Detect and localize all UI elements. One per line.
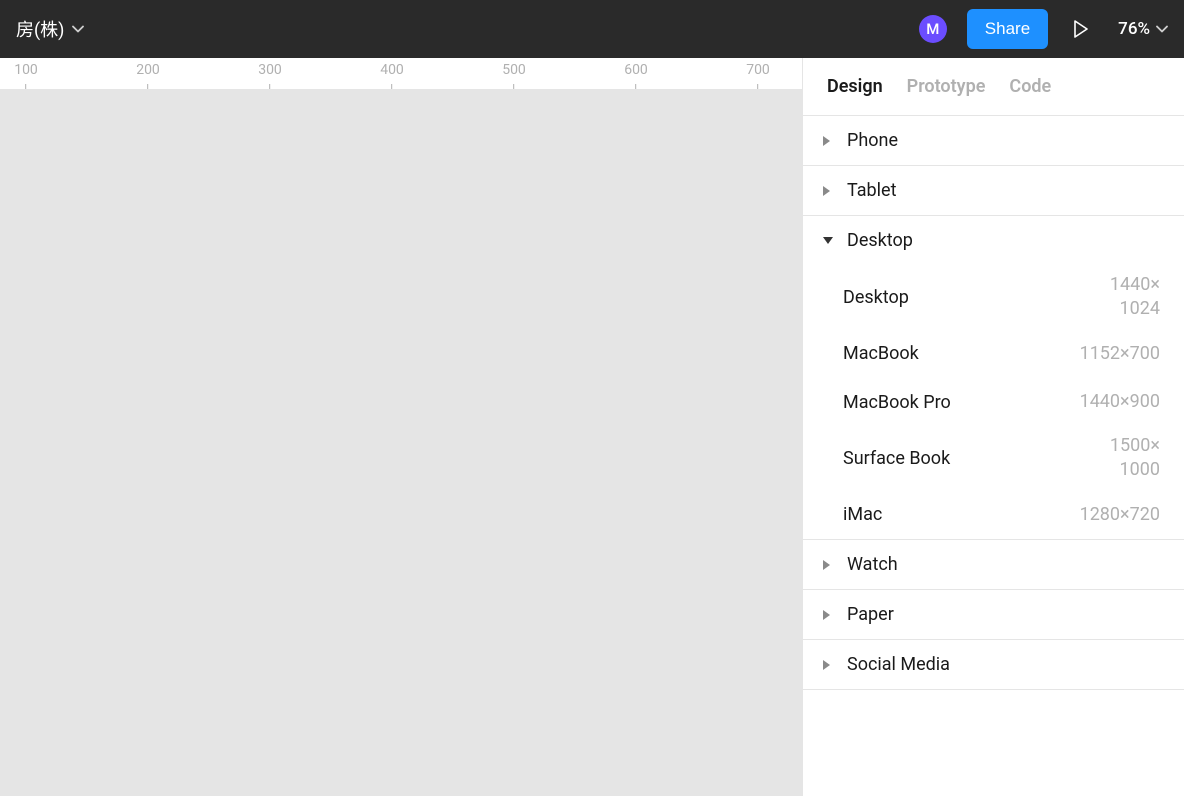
ruler-tick-mark	[25, 84, 26, 90]
preset-sublist: Desktop 1440×1024 MacBook 1152×700 MacBook P…	[803, 265, 1184, 539]
preset-dimensions: 1152×700	[1080, 342, 1160, 366]
ruler-tick: 600	[624, 62, 648, 90]
preset-category-header[interactable]: Watch	[803, 540, 1184, 589]
zoom-dropdown[interactable]: 76%	[1118, 19, 1168, 39]
preset-category-label: Phone	[847, 130, 898, 151]
preset-category: Phone	[803, 116, 1184, 166]
ruler-tick: 700	[746, 62, 770, 90]
preset-category-header[interactable]: Paper	[803, 590, 1184, 639]
preset-name: MacBook	[843, 343, 919, 364]
preset-category: Watch	[803, 540, 1184, 590]
canvas[interactable]	[0, 90, 802, 796]
ruler-tick-mark	[757, 84, 758, 90]
ruler-tick-mark	[635, 84, 636, 90]
ruler-tick: 500	[502, 62, 526, 90]
panel-tabs: Design Prototype Code	[803, 58, 1184, 116]
frame-preset-list: Phone Tablet Desktop Desktop 1440×1024 MacBoo…	[803, 116, 1184, 690]
ruler-tick: 300	[258, 62, 282, 90]
preset-category-label: Watch	[847, 554, 898, 575]
triangle-down-icon	[823, 237, 835, 245]
topbar: 房(株) M Share 76%	[0, 0, 1184, 58]
ruler-tick-mark	[269, 84, 270, 90]
ruler-tick: 200	[136, 62, 160, 90]
preset-name: iMac	[843, 504, 882, 525]
canvas-area: 100 200 300 400 500 600 700	[0, 58, 802, 796]
tab-prototype[interactable]: Prototype	[907, 76, 986, 97]
preset-category-header[interactable]: Phone	[803, 116, 1184, 165]
ruler-tick-mark	[147, 84, 148, 90]
preset-category-label: Paper	[847, 604, 894, 625]
preset-item[interactable]: MacBook Pro 1440×900	[803, 378, 1184, 426]
preset-category-label: Social Media	[847, 654, 950, 675]
ruler-tick-label: 100	[14, 62, 38, 78]
preset-item[interactable]: Desktop 1440×1024	[803, 265, 1184, 330]
ruler-tick-label: 600	[624, 62, 648, 78]
preset-category-header[interactable]: Desktop	[803, 216, 1184, 265]
triangle-right-icon	[823, 186, 835, 196]
file-title-text: 房(株)	[16, 16, 64, 42]
present-button[interactable]	[1070, 18, 1092, 40]
preset-category-label: Tablet	[847, 180, 896, 201]
preset-dimensions: 1500×1000	[1110, 434, 1160, 483]
zoom-value: 76%	[1118, 19, 1150, 39]
preset-dimensions: 1440×1024	[1110, 273, 1160, 322]
chevron-down-icon	[72, 25, 84, 33]
horizontal-ruler: 100 200 300 400 500 600 700	[0, 58, 802, 90]
preset-category: Paper	[803, 590, 1184, 640]
triangle-right-icon	[823, 136, 835, 146]
ruler-tick-label: 300	[258, 62, 282, 78]
triangle-right-icon	[823, 610, 835, 620]
ruler-tick-label: 400	[380, 62, 404, 78]
preset-category-label: Desktop	[847, 230, 913, 251]
triangle-right-icon	[823, 560, 835, 570]
preset-category: Tablet	[803, 166, 1184, 216]
preset-name: Desktop	[843, 287, 909, 308]
avatar[interactable]: M	[919, 15, 947, 43]
ruler-tick-label: 500	[502, 62, 526, 78]
ruler-tick-mark	[513, 84, 514, 90]
preset-category: DesktopDesktop1440×1024MacBook1152×700Ma…	[803, 216, 1184, 540]
preset-item[interactable]: iMac 1280×720	[803, 491, 1184, 539]
preset-dimensions: 1440×900	[1080, 390, 1160, 414]
file-title-dropdown[interactable]: 房(株)	[16, 16, 84, 42]
preset-item[interactable]: Surface Book 1500×1000	[803, 426, 1184, 491]
preset-name: Surface Book	[843, 448, 950, 469]
preset-category: Social Media	[803, 640, 1184, 690]
chevron-down-icon	[1156, 25, 1168, 33]
ruler-tick: 100	[14, 62, 38, 90]
ruler-tick-label: 700	[746, 62, 770, 78]
right-panel: Design Prototype Code Phone Tablet Desktop…	[802, 58, 1184, 796]
play-icon	[1073, 20, 1089, 38]
preset-category-header[interactable]: Tablet	[803, 166, 1184, 215]
main: 100 200 300 400 500 600 700 Design Prototype C…	[0, 58, 1184, 796]
ruler-tick: 400	[380, 62, 404, 90]
preset-dimensions: 1280×720	[1080, 503, 1160, 527]
ruler-tick-mark	[391, 84, 392, 90]
preset-category-header[interactable]: Social Media	[803, 640, 1184, 689]
triangle-right-icon	[823, 660, 835, 670]
preset-name: MacBook Pro	[843, 392, 951, 413]
preset-item[interactable]: MacBook 1152×700	[803, 330, 1184, 378]
tab-code[interactable]: Code	[1009, 76, 1051, 97]
tab-design[interactable]: Design	[827, 76, 883, 97]
ruler-tick-label: 200	[136, 62, 160, 78]
avatar-initial: M	[926, 20, 939, 38]
share-button[interactable]: Share	[967, 9, 1048, 49]
